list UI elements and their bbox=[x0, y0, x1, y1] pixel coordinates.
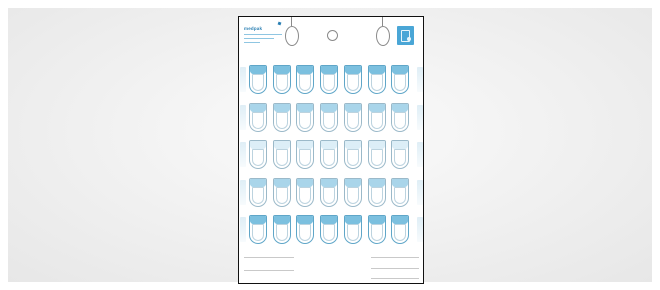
form-field-line bbox=[244, 257, 294, 258]
blister-well bbox=[299, 111, 312, 129]
pack-icon-dot bbox=[407, 37, 411, 41]
blister-well bbox=[252, 111, 264, 129]
blister-cell bbox=[249, 102, 267, 132]
blister-cell bbox=[296, 177, 315, 207]
blister-well bbox=[394, 224, 407, 241]
blister-cell bbox=[320, 102, 339, 132]
blister-cell bbox=[367, 177, 386, 207]
blister-cell bbox=[343, 65, 362, 94]
blister-cell bbox=[391, 177, 410, 207]
blister-well bbox=[275, 186, 288, 204]
blister-cell bbox=[367, 215, 386, 244]
row-tab-right bbox=[417, 217, 423, 242]
blister-well bbox=[394, 111, 407, 129]
blister-well bbox=[346, 224, 359, 241]
row-tab-left bbox=[240, 142, 246, 167]
row-tab-right bbox=[417, 67, 423, 92]
blister-cell bbox=[343, 140, 362, 169]
blister-cell bbox=[272, 215, 291, 244]
blister-cell bbox=[391, 65, 410, 94]
pack-icon bbox=[397, 26, 414, 45]
row-tab-left bbox=[240, 179, 246, 205]
blister-well bbox=[323, 111, 336, 129]
blister-well bbox=[252, 186, 264, 204]
blister-well bbox=[299, 186, 312, 204]
blister-well bbox=[323, 149, 336, 166]
form-field-line bbox=[371, 268, 419, 269]
blister-well bbox=[275, 149, 288, 166]
row-tab-left bbox=[240, 67, 246, 92]
hang-hole-left bbox=[285, 26, 299, 46]
blister-well bbox=[370, 149, 383, 166]
row-tab-left bbox=[240, 104, 246, 130]
form-field-line bbox=[371, 257, 419, 258]
blister-cell bbox=[320, 215, 339, 244]
blister-cell bbox=[272, 140, 291, 169]
blister-cell bbox=[367, 65, 386, 94]
blister-cell bbox=[320, 65, 339, 94]
blister-well bbox=[299, 74, 312, 91]
blister-cell bbox=[296, 102, 315, 132]
blister-cell bbox=[343, 215, 362, 244]
form-field-line bbox=[244, 270, 294, 271]
blister-cell bbox=[249, 140, 267, 169]
brand-tagline-line bbox=[244, 38, 274, 40]
blister-cell bbox=[320, 177, 339, 207]
hang-hook-stem bbox=[382, 17, 383, 26]
blister-well bbox=[370, 224, 383, 241]
blister-cell bbox=[249, 65, 267, 94]
blister-cell bbox=[249, 177, 267, 207]
blister-cell bbox=[367, 102, 386, 132]
blister-well bbox=[346, 149, 359, 166]
blister-well bbox=[252, 74, 264, 91]
blister-cell bbox=[320, 140, 339, 169]
blister-cell bbox=[367, 140, 386, 169]
brand-tagline-line bbox=[244, 42, 260, 44]
hang-hole-center bbox=[327, 30, 338, 41]
blister-cell bbox=[272, 177, 291, 207]
blister-well bbox=[370, 111, 383, 129]
blister-well bbox=[275, 111, 288, 129]
blister-cell bbox=[272, 65, 291, 94]
blister-cell bbox=[343, 177, 362, 207]
blister-cell bbox=[391, 140, 410, 169]
blister-well bbox=[346, 186, 359, 204]
blister-cell bbox=[296, 140, 315, 169]
blister-well bbox=[370, 186, 383, 204]
blister-well bbox=[299, 224, 312, 241]
blister-well bbox=[346, 111, 359, 129]
blister-cell bbox=[249, 215, 267, 244]
hang-hole-right bbox=[376, 26, 390, 46]
blister-well bbox=[323, 224, 336, 241]
brand-logo-mark bbox=[277, 21, 282, 26]
blister-pack-card: medpak bbox=[238, 16, 424, 284]
brand-tagline-line bbox=[244, 34, 282, 36]
row-tab-right bbox=[417, 179, 423, 205]
row-tab-left bbox=[240, 217, 246, 242]
blister-cell bbox=[343, 102, 362, 132]
blister-well bbox=[275, 224, 288, 241]
form-field-line bbox=[371, 278, 419, 279]
blister-cell bbox=[272, 102, 291, 132]
brand-logo: medpak bbox=[244, 26, 263, 31]
blister-cell bbox=[391, 215, 410, 244]
row-tab-right bbox=[417, 104, 423, 130]
hang-hook-stem bbox=[291, 17, 292, 26]
blister-well bbox=[323, 186, 336, 204]
blister-well bbox=[394, 186, 407, 204]
row-tab-right bbox=[417, 142, 423, 167]
blister-cell bbox=[391, 102, 410, 132]
blister-well bbox=[323, 74, 336, 91]
blister-well bbox=[275, 74, 288, 91]
blister-cell bbox=[296, 215, 315, 244]
blister-cell bbox=[296, 65, 315, 94]
blister-well bbox=[299, 149, 312, 166]
blister-well bbox=[252, 224, 264, 241]
blister-well bbox=[346, 74, 359, 91]
blister-well bbox=[252, 149, 264, 166]
blister-well bbox=[370, 74, 383, 91]
blister-well bbox=[394, 149, 407, 166]
blister-well bbox=[394, 74, 407, 91]
